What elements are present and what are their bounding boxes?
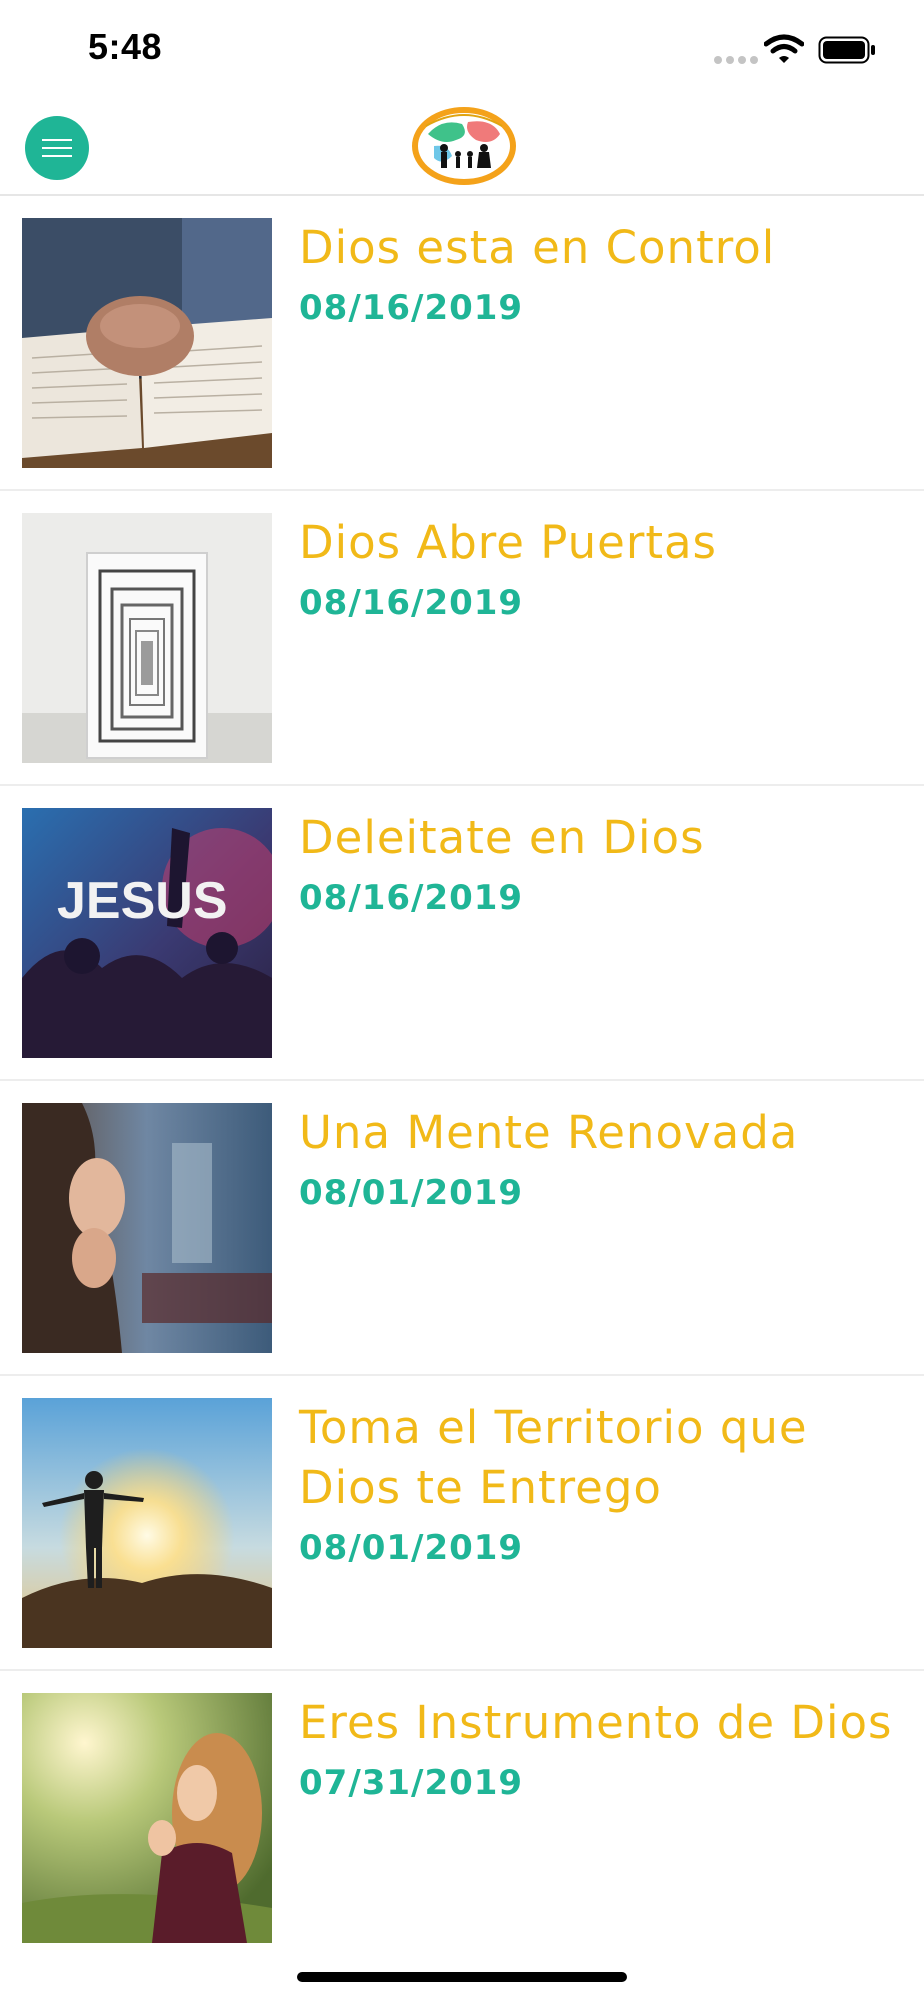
post-date: 08/01/2019: [299, 1528, 524, 1568]
post-thumbnail: [22, 218, 272, 468]
svg-text:JESUS: JESUS: [57, 872, 228, 930]
list-item[interactable]: Dios Abre Puertas 08/16/2019: [0, 491, 924, 786]
post-date: 08/16/2019: [299, 583, 524, 623]
post-date: 08/16/2019: [299, 878, 524, 918]
post-title: Deleitate en Dios: [299, 811, 705, 864]
post-title: Una Mente Renovada: [299, 1106, 799, 1159]
post-thumbnail: JESUS: [22, 808, 272, 1058]
post-title: Dios esta en Control: [299, 221, 776, 274]
app-header: [0, 100, 924, 196]
battery-icon: [818, 36, 875, 64]
church-logo: [412, 107, 516, 185]
list-item[interactable]: Toma el Territorio que Dios te Entrego 0…: [0, 1376, 924, 1671]
cellular-signal-icon: [714, 56, 758, 64]
status-bar: 5:48: [0, 0, 924, 100]
hamburger-menu-icon: [42, 139, 72, 141]
list-item[interactable]: Dios esta en Control 08/16/2019: [0, 196, 924, 491]
wifi-icon: [764, 34, 804, 63]
status-time: 5:48: [88, 26, 163, 67]
list-item[interactable]: Una Mente Renovada 08/01/2019: [0, 1081, 924, 1376]
list-item[interactable]: Eres Instrumento de Dios 07/31/2019: [0, 1671, 924, 1966]
post-thumbnail: [22, 513, 272, 763]
post-thumbnail: [22, 1693, 272, 1943]
list-item[interactable]: JESUS Deleitate en Dios 08/16/2019: [0, 786, 924, 1081]
menu-button[interactable]: [25, 116, 89, 180]
post-title: Toma el Territorio que Dios te Entrego: [299, 1401, 808, 1514]
post-date: 08/01/2019: [299, 1173, 524, 1213]
post-title: Eres Instrumento de Dios: [299, 1696, 893, 1749]
post-date: 07/31/2019: [299, 1763, 524, 1803]
home-indicator[interactable]: [297, 1972, 627, 1982]
post-thumbnail: [22, 1398, 272, 1648]
post-title: Dios Abre Puertas: [299, 516, 718, 569]
post-date: 08/16/2019: [299, 288, 524, 328]
post-thumbnail: [22, 1103, 272, 1353]
post-list: Dios esta en Control 08/16/2019 Dios Abr…: [0, 196, 924, 1966]
